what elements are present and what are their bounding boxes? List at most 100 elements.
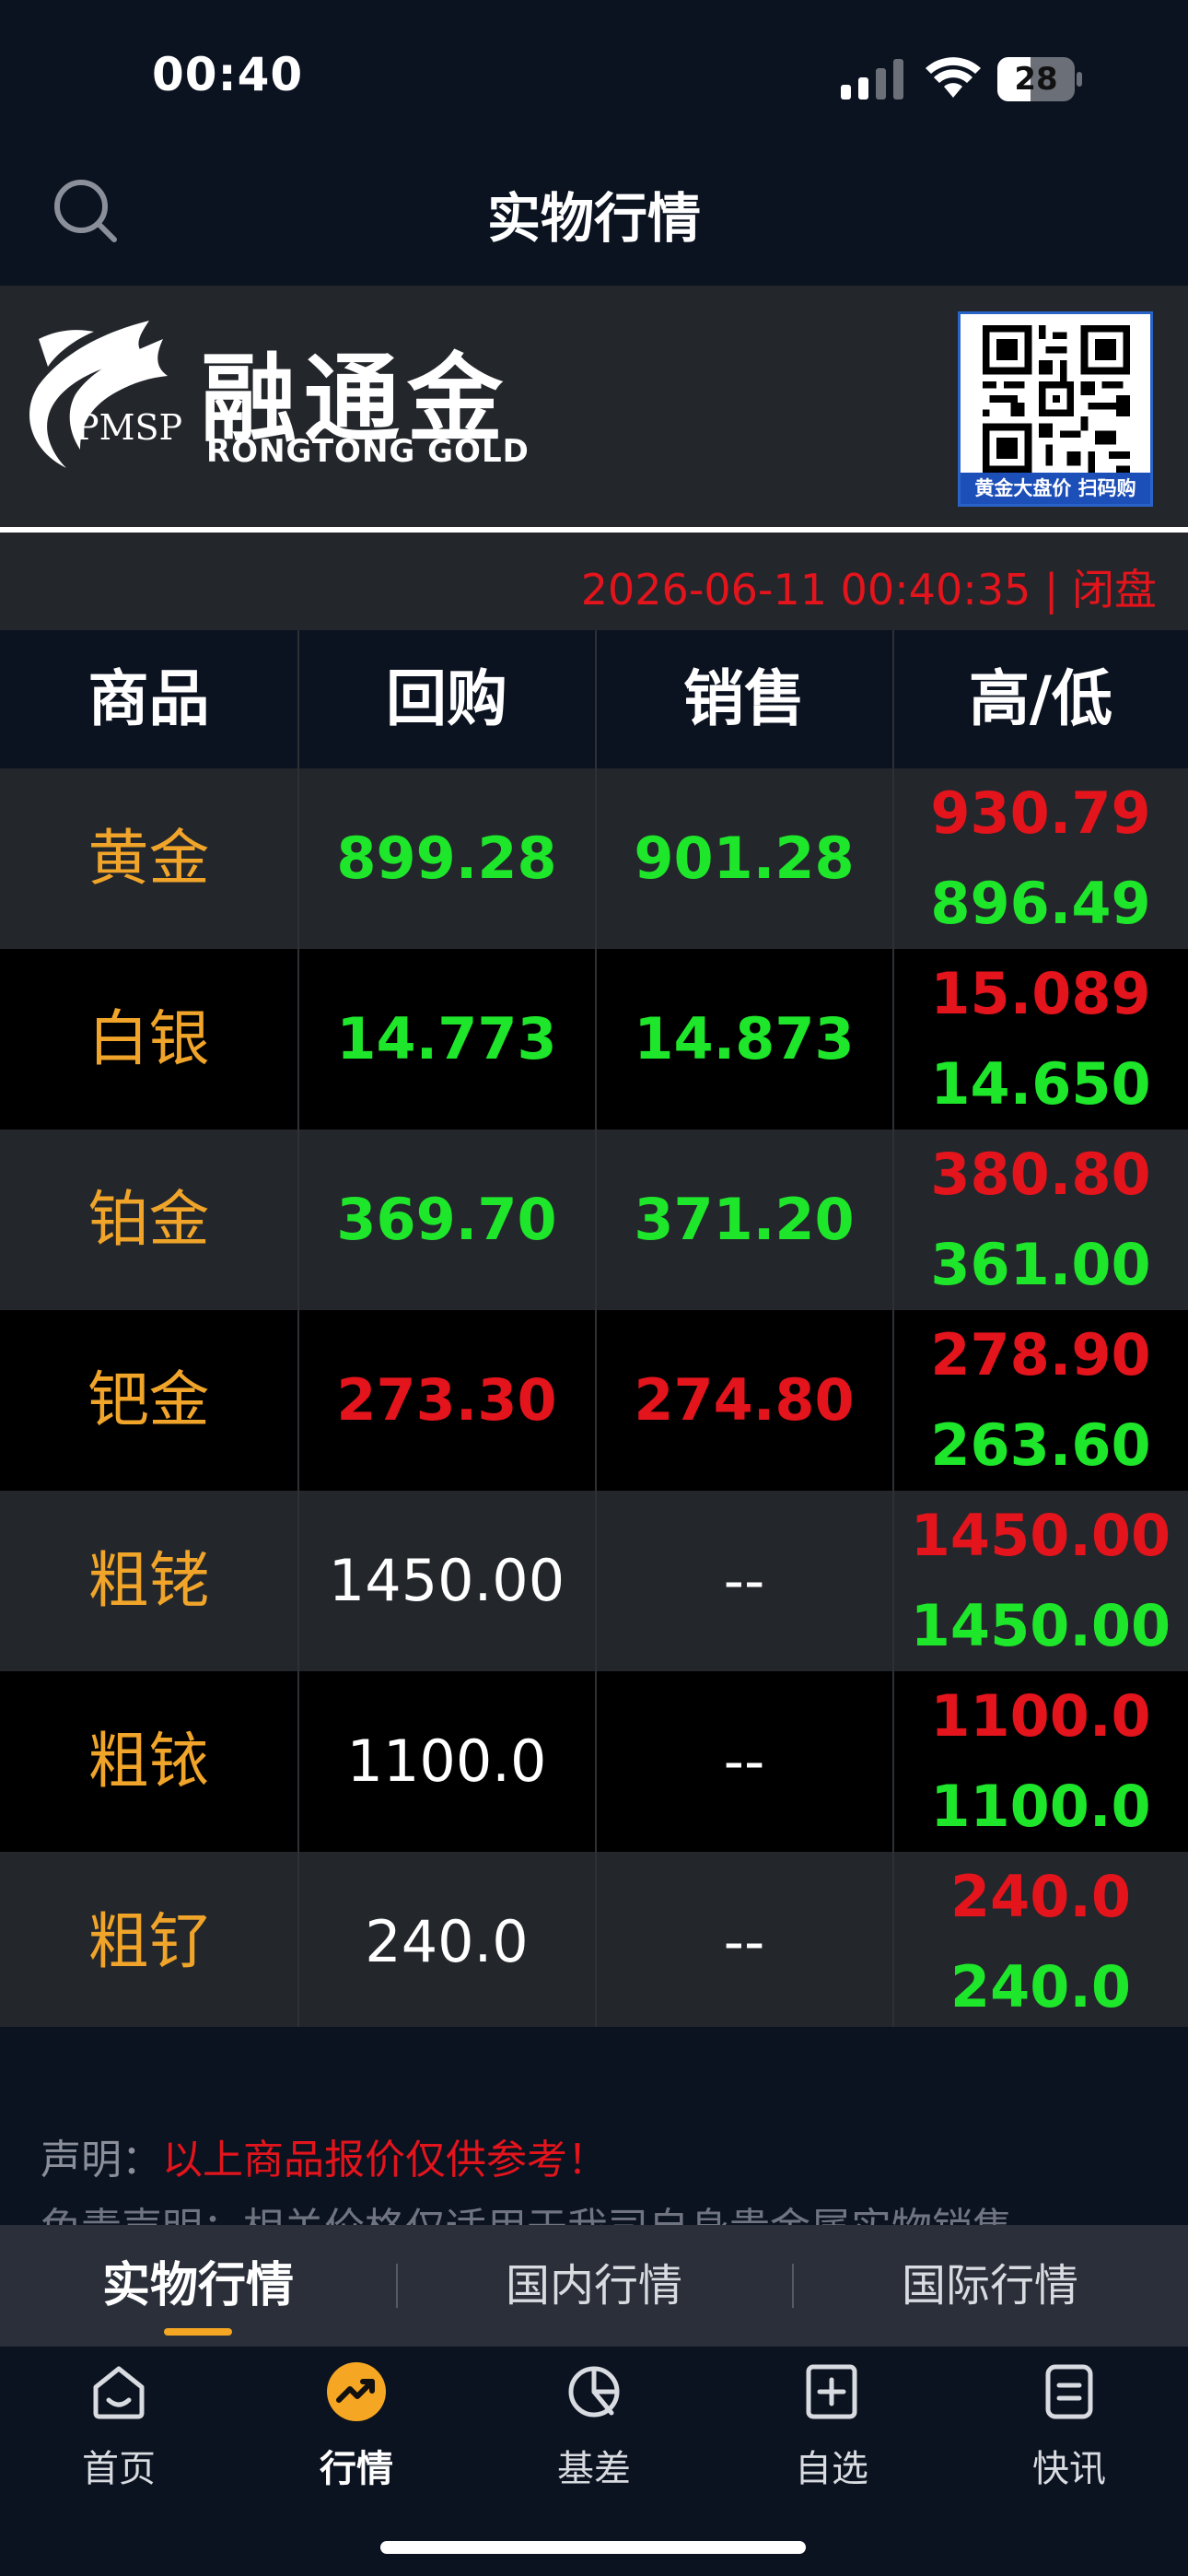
low-price: 361.00: [930, 1231, 1151, 1298]
cellular-signal-icon: [841, 59, 903, 100]
subtab-international[interactable]: 国际行情: [792, 2225, 1188, 2347]
sell-price: --: [723, 1547, 765, 1614]
buyback-price: 899.28: [336, 825, 557, 892]
disclaimer: 声明：以上商品报价仅供参考！ 免责声明：相关价格仅适用于我司自身贵金属实物销售: [0, 2027, 1188, 2225]
market-trend-icon: [327, 2362, 386, 2421]
column-divider: [595, 949, 597, 1130]
basis-pie-icon: [568, 2366, 620, 2418]
sell-price: 14.873: [634, 1005, 855, 1072]
market-subtabs: 实物行情 国内行情 国际行情: [0, 2225, 1188, 2347]
qr-caption: 黄金大盘价 扫码购: [961, 473, 1150, 504]
high-price: 930.79: [930, 779, 1151, 847]
table-row[interactable]: 铂金 369.70 371.20 380.80 361.00: [0, 1130, 1188, 1310]
high-price: 240.0: [949, 1863, 1132, 1930]
disclaimer-line-2: 免责声明：相关价格仅适用于我司自身贵金属实物销售: [41, 2195, 1013, 2225]
battery-level: 28: [1014, 61, 1058, 98]
buyback-price: 240.0: [365, 1908, 529, 1975]
header-product: 商品: [87, 663, 210, 734]
high-low: 240.0 240.0: [893, 1852, 1188, 2032]
column-divider: [297, 1671, 299, 1852]
low-price: 1450.00: [910, 1592, 1171, 1659]
sell-price: 901.28: [634, 825, 855, 892]
low-price: 240.0: [949, 1953, 1132, 2020]
column-divider: [892, 1310, 894, 1491]
low-price: 263.60: [930, 1411, 1151, 1479]
high-price: 1450.00: [910, 1502, 1171, 1569]
tab-watchlist[interactable]: 自选: [713, 2347, 950, 2531]
product-name: 黄金: [87, 823, 210, 894]
product-name: 钯金: [87, 1364, 210, 1435]
table-row[interactable]: 黄金 899.28 901.28 930.79 896.49: [0, 768, 1188, 949]
column-divider: [595, 768, 597, 949]
header-high-low: 高/低: [968, 663, 1113, 734]
add-watchlist-icon: [806, 2364, 857, 2419]
sell-price: --: [723, 1727, 765, 1795]
column-divider: [595, 1130, 597, 1310]
qr-code[interactable]: 黄金大盘价 扫码购: [958, 311, 1153, 507]
product-name: 粗铑: [87, 1545, 210, 1616]
table-header: 商品 回购 销售 高/低: [0, 630, 1188, 768]
table-row[interactable]: 钯金 273.30 274.80 278.90 263.60: [0, 1310, 1188, 1491]
status-bar: 00:40 28: [0, 0, 1188, 138]
page-title: 实物行情: [486, 187, 701, 250]
qr-code-icon: [983, 325, 1130, 473]
high-low: 1100.0 1100.0: [893, 1671, 1188, 1852]
tab-home[interactable]: 首页: [0, 2347, 238, 2531]
high-low: 1450.00 1450.00: [893, 1491, 1188, 1671]
tab-label: 自选: [795, 2448, 868, 2490]
disclaimer-line: 声明：以上商品报价仅供参考！: [41, 2126, 608, 2185]
column-divider: [297, 1852, 299, 2032]
low-price: 14.650: [930, 1050, 1151, 1118]
buyback-price: 369.70: [336, 1186, 557, 1253]
product-name: 铂金: [87, 1184, 210, 1255]
buyback-price: 1100.0: [346, 1727, 547, 1795]
header-buyback: 回购: [386, 663, 507, 734]
column-divider: [595, 1491, 597, 1671]
buyback-price: 1450.00: [328, 1547, 565, 1614]
column-divider: [297, 1491, 299, 1671]
column-divider: [892, 1130, 894, 1310]
table-row[interactable]: 粗铱 1100.0 -- 1100.0 1100.0: [0, 1671, 1188, 1852]
table-row[interactable]: 粗钌 240.0 -- 240.0 240.0: [0, 1852, 1188, 2032]
product-name: 白银: [87, 1003, 210, 1074]
column-divider: [595, 1852, 597, 2032]
disclaimer-text: 以上商品报价仅供参考！: [162, 2137, 608, 2184]
table-row[interactable]: 白银 14.773 14.873 15.089 14.650: [0, 949, 1188, 1130]
high-price: 15.089: [930, 960, 1151, 1027]
column-divider: [297, 949, 299, 1130]
disclaimer-label: 声明：: [41, 2137, 162, 2184]
low-price: 896.49: [930, 870, 1151, 937]
column-divider: [892, 1491, 894, 1671]
table-row[interactable]: 粗铑 1450.00 -- 1450.00 1450.00: [0, 1491, 1188, 1671]
sell-price: 274.80: [634, 1366, 855, 1434]
column-divider: [297, 630, 299, 768]
column-divider: [297, 1310, 299, 1491]
dragon-logo-icon: [29, 321, 168, 468]
buyback-price: 273.30: [336, 1366, 557, 1434]
sell-price: 371.20: [634, 1186, 855, 1253]
brand-banner[interactable]: PMSP 融通金 RONGTONG GOLD 黄金大盘价 扫码购: [0, 286, 1188, 527]
subtab-domestic[interactable]: 国内行情: [396, 2225, 792, 2347]
high-low: 930.79 896.49: [893, 768, 1188, 949]
tab-basis[interactable]: 基差: [475, 2347, 713, 2531]
column-divider: [892, 949, 894, 1130]
column-divider: [892, 1671, 894, 1852]
high-low: 380.80 361.00: [893, 1130, 1188, 1310]
high-price: 278.90: [930, 1321, 1151, 1388]
tab-news[interactable]: 快讯: [950, 2347, 1188, 2531]
column-divider: [297, 768, 299, 949]
high-low: 15.089 14.650: [893, 949, 1188, 1130]
nav-bar: 实物行情: [0, 138, 1188, 286]
buyback-price: 14.773: [336, 1005, 557, 1072]
wifi-icon: [926, 57, 981, 98]
product-name: 粗钌: [87, 1906, 210, 1977]
low-price: 1100.0: [930, 1773, 1151, 1840]
tab-market[interactable]: 行情: [238, 2347, 475, 2531]
tab-label: 快讯: [1032, 2448, 1106, 2490]
logo-abbr: PMSP: [76, 407, 183, 448]
column-divider: [892, 1852, 894, 2032]
header-sell: 销售: [683, 663, 805, 734]
column-divider: [892, 630, 894, 768]
product-name: 粗铱: [87, 1726, 210, 1797]
active-tab-indicator: [164, 2328, 232, 2336]
